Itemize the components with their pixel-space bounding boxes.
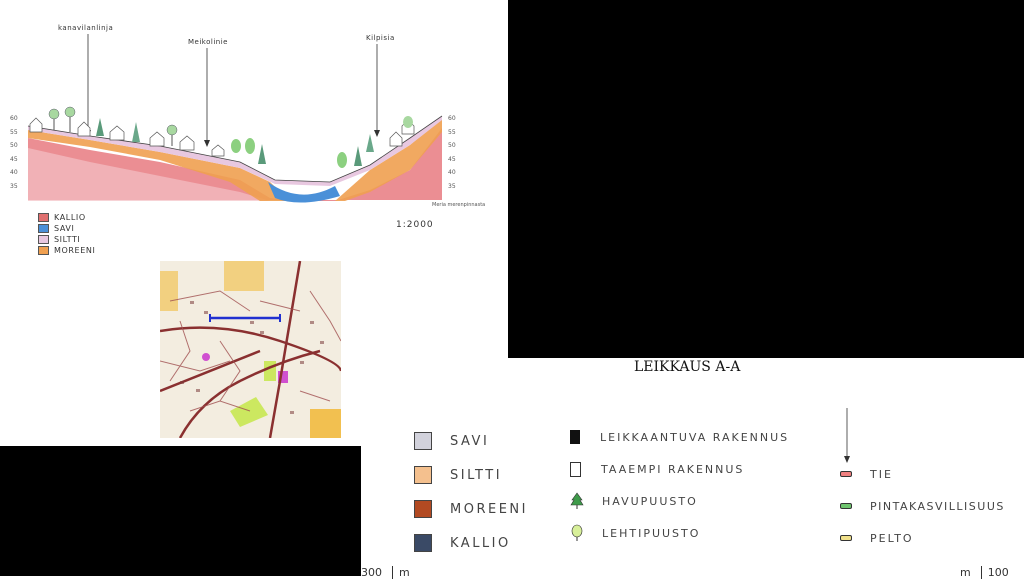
callout-label: kanavilanlinja [58, 24, 114, 32]
swatch-siltti [414, 466, 432, 484]
footnote: Meria merenpinnasta [432, 202, 486, 208]
scale-bar-right: m 100 [960, 566, 1009, 579]
callout-label: Kilpisia [366, 34, 395, 42]
legend-item: MOREENI [414, 492, 528, 526]
swatch-kallio [38, 213, 49, 222]
legend-item: LEIKKAANTUVA RAKENNUS [570, 421, 789, 453]
elevation-axis-left: 60 55 50 45 40 35 [10, 115, 18, 190]
callout-label: Meikolinie [188, 38, 228, 46]
conifer-icon [570, 492, 584, 509]
callout-arrow-icon [844, 408, 850, 463]
swatch-moreeni [414, 500, 432, 518]
swatch-pintakasvillisuus [840, 503, 852, 509]
masked-region [0, 446, 361, 576]
location-map [160, 261, 341, 438]
legend-item: LEHTIPUUSTO [570, 517, 789, 549]
deciduous-tree-icon [571, 524, 583, 541]
legend-column-surfaces: TIE PINTAKASVILLISUUS PELTO [840, 458, 1005, 554]
scale-bar-left: 300 m [361, 566, 410, 579]
legend-item: TAAEMPI RAKENNUS [570, 453, 789, 485]
legend-item: SAVI [414, 424, 528, 458]
masked-region [508, 0, 1024, 358]
legend-item: SILTTI [414, 458, 528, 492]
swatch-moreeni [38, 246, 49, 255]
swatch-pelto [840, 535, 852, 541]
swatch-siltti [38, 235, 49, 244]
legend-item: KALLIO [414, 526, 528, 560]
small-legend-item: SAVI [38, 223, 95, 234]
legend-item: TIE [840, 458, 1005, 490]
small-legend-item: MOREENI [38, 245, 95, 256]
small-legend: KALLIO SAVI SILTTI MOREENI [38, 212, 95, 256]
legend-column-materials: SAVI SILTTI MOREENI KALLIO [414, 424, 528, 560]
elevation-axis-right: 60 55 50 45 40 35 [448, 115, 456, 190]
swatch-savi [414, 432, 432, 450]
legend-column-objects: LEIKKAANTUVA RAKENNUS TAAEMPI RAKENNUS H… [570, 421, 789, 549]
building-cut-icon [570, 430, 580, 444]
legend-item: HAVUPUUSTO [570, 485, 789, 517]
legend-item: PELTO [840, 522, 1005, 554]
swatch-kallio [414, 534, 432, 552]
building-behind-icon [570, 461, 581, 477]
legend-item: PINTAKASVILLISUUS [840, 490, 1005, 522]
section-scale: 1:2000 [396, 220, 434, 230]
small-legend-item: KALLIO [38, 212, 95, 223]
swatch-savi [38, 224, 49, 233]
swatch-tie [840, 471, 852, 477]
small-legend-item: SILTTI [38, 234, 95, 245]
section-title: LEIKKAUS A-A [634, 359, 741, 375]
